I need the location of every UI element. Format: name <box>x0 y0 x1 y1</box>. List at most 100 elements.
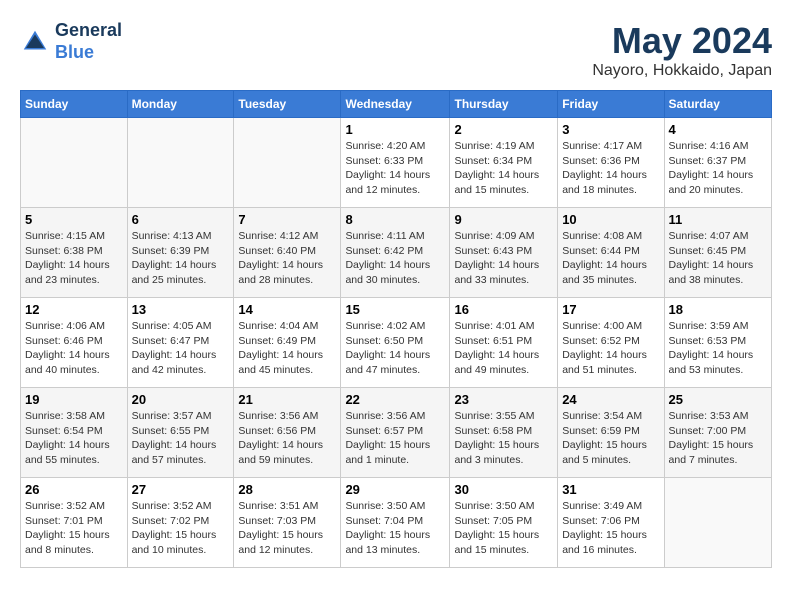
weekday-header-sunday: Sunday <box>21 91 128 118</box>
day-number: 25 <box>669 392 767 407</box>
calendar-cell: 29 Sunrise: 3:50 AM Sunset: 7:04 PM Dayli… <box>341 478 450 568</box>
day-info: Sunrise: 3:56 AM Sunset: 6:57 PM Dayligh… <box>345 409 445 468</box>
calendar-cell <box>234 118 341 208</box>
calendar-cell: 31 Sunrise: 3:49 AM Sunset: 7:06 PM Dayli… <box>558 478 664 568</box>
calendar-cell: 30 Sunrise: 3:50 AM Sunset: 7:05 PM Dayli… <box>450 478 558 568</box>
day-info: Sunrise: 3:53 AM Sunset: 7:00 PM Dayligh… <box>669 409 767 468</box>
day-info: Sunrise: 3:51 AM Sunset: 7:03 PM Dayligh… <box>238 499 336 558</box>
calendar-cell: 2 Sunrise: 4:19 AM Sunset: 6:34 PM Daylig… <box>450 118 558 208</box>
logo: General Blue <box>20 20 122 63</box>
day-number: 26 <box>25 482 123 497</box>
calendar-cell: 4Sunrise: 4:16 AM Sunset: 6:37 PM Daylig… <box>664 118 771 208</box>
calendar-cell: 18Sunrise: 3:59 AM Sunset: 6:53 PM Dayli… <box>664 298 771 388</box>
month-title: May 2024 <box>592 20 772 62</box>
week-row-2: 5Sunrise: 4:15 AM Sunset: 6:38 PM Daylig… <box>21 208 772 298</box>
day-number: 28 <box>238 482 336 497</box>
calendar-cell: 22 Sunrise: 3:56 AM Sunset: 6:57 PM Dayli… <box>341 388 450 478</box>
day-info: Sunrise: 4:09 AM Sunset: 6:43 PM Dayligh… <box>454 229 553 288</box>
day-number: 24 <box>562 392 659 407</box>
calendar-cell: 5Sunrise: 4:15 AM Sunset: 6:38 PM Daylig… <box>21 208 128 298</box>
page-header: General Blue May 2024 Nayoro, Hokkaido, … <box>20 20 772 80</box>
day-info: Sunrise: 4:08 AM Sunset: 6:44 PM Dayligh… <box>562 229 659 288</box>
day-number: 5 <box>25 212 123 227</box>
calendar-cell: 21 Sunrise: 3:56 AM Sunset: 6:56 PM Dayli… <box>234 388 341 478</box>
day-number: 2 <box>454 122 553 137</box>
calendar-cell: 6 Sunrise: 4:13 AM Sunset: 6:39 PM Daylig… <box>127 208 234 298</box>
calendar-cell: 14Sunrise: 4:04 AM Sunset: 6:49 PM Dayli… <box>234 298 341 388</box>
day-info: Sunrise: 4:02 AM Sunset: 6:50 PM Dayligh… <box>345 319 445 378</box>
day-info: Sunrise: 4:05 AM Sunset: 6:47 PM Dayligh… <box>132 319 230 378</box>
day-info: Sunrise: 4:11 AM Sunset: 6:42 PM Dayligh… <box>345 229 445 288</box>
day-number: 23 <box>454 392 553 407</box>
logo-line1: General <box>55 20 122 42</box>
day-number: 1 <box>345 122 445 137</box>
calendar-cell: 11 Sunrise: 4:07 AM Sunset: 6:45 PM Dayli… <box>664 208 771 298</box>
calendar-cell: 7Sunrise: 4:12 AM Sunset: 6:40 PM Daylig… <box>234 208 341 298</box>
weekday-header-monday: Monday <box>127 91 234 118</box>
calendar-cell: 19 Sunrise: 3:58 AM Sunset: 6:54 PM Dayli… <box>21 388 128 478</box>
day-number: 9 <box>454 212 553 227</box>
day-number: 20 <box>132 392 230 407</box>
day-info: Sunrise: 4:12 AM Sunset: 6:40 PM Dayligh… <box>238 229 336 288</box>
day-info: Sunrise: 4:16 AM Sunset: 6:37 PM Dayligh… <box>669 139 767 198</box>
day-info: Sunrise: 3:49 AM Sunset: 7:06 PM Dayligh… <box>562 499 659 558</box>
logo-line2: Blue <box>55 42 122 64</box>
day-number: 30 <box>454 482 553 497</box>
day-info: Sunrise: 4:07 AM Sunset: 6:45 PM Dayligh… <box>669 229 767 288</box>
weekday-header-wednesday: Wednesday <box>341 91 450 118</box>
week-row-1: 1 Sunrise: 4:20 AM Sunset: 6:33 PM Daylig… <box>21 118 772 208</box>
day-number: 22 <box>345 392 445 407</box>
calendar-cell: 3 Sunrise: 4:17 AM Sunset: 6:36 PM Daylig… <box>558 118 664 208</box>
day-info: Sunrise: 4:17 AM Sunset: 6:36 PM Dayligh… <box>562 139 659 198</box>
day-info: Sunrise: 3:50 AM Sunset: 7:05 PM Dayligh… <box>454 499 553 558</box>
day-number: 15 <box>345 302 445 317</box>
day-number: 3 <box>562 122 659 137</box>
day-number: 13 <box>132 302 230 317</box>
calendar-cell: 8Sunrise: 4:11 AM Sunset: 6:42 PM Daylig… <box>341 208 450 298</box>
calendar-table: SundayMondayTuesdayWednesdayThursdayFrid… <box>20 90 772 568</box>
week-row-3: 12Sunrise: 4:06 AM Sunset: 6:46 PM Dayli… <box>21 298 772 388</box>
weekday-row: SundayMondayTuesdayWednesdayThursdayFrid… <box>21 91 772 118</box>
day-number: 18 <box>669 302 767 317</box>
calendar-cell: 15 Sunrise: 4:02 AM Sunset: 6:50 PM Dayli… <box>341 298 450 388</box>
day-number: 31 <box>562 482 659 497</box>
calendar-cell <box>127 118 234 208</box>
day-info: Sunrise: 4:19 AM Sunset: 6:34 PM Dayligh… <box>454 139 553 198</box>
title-section: May 2024 Nayoro, Hokkaido, Japan <box>592 20 772 80</box>
day-number: 11 <box>669 212 767 227</box>
day-info: Sunrise: 3:56 AM Sunset: 6:56 PM Dayligh… <box>238 409 336 468</box>
day-number: 29 <box>345 482 445 497</box>
day-info: Sunrise: 3:50 AM Sunset: 7:04 PM Dayligh… <box>345 499 445 558</box>
weekday-header-tuesday: Tuesday <box>234 91 341 118</box>
day-info: Sunrise: 4:13 AM Sunset: 6:39 PM Dayligh… <box>132 229 230 288</box>
day-info: Sunrise: 4:20 AM Sunset: 6:33 PM Dayligh… <box>345 139 445 198</box>
day-number: 27 <box>132 482 230 497</box>
day-number: 6 <box>132 212 230 227</box>
day-info: Sunrise: 3:52 AM Sunset: 7:01 PM Dayligh… <box>25 499 123 558</box>
calendar-cell: 17Sunrise: 4:00 AM Sunset: 6:52 PM Dayli… <box>558 298 664 388</box>
day-info: Sunrise: 4:01 AM Sunset: 6:51 PM Dayligh… <box>454 319 553 378</box>
week-row-5: 26 Sunrise: 3:52 AM Sunset: 7:01 PM Dayli… <box>21 478 772 568</box>
weekday-header-saturday: Saturday <box>664 91 771 118</box>
day-number: 10 <box>562 212 659 227</box>
calendar-cell: 23 Sunrise: 3:55 AM Sunset: 6:58 PM Dayli… <box>450 388 558 478</box>
day-info: Sunrise: 3:52 AM Sunset: 7:02 PM Dayligh… <box>132 499 230 558</box>
calendar-cell: 13 Sunrise: 4:05 AM Sunset: 6:47 PM Dayli… <box>127 298 234 388</box>
calendar-cell: 28 Sunrise: 3:51 AM Sunset: 7:03 PM Dayli… <box>234 478 341 568</box>
calendar-cell: 24Sunrise: 3:54 AM Sunset: 6:59 PM Dayli… <box>558 388 664 478</box>
day-number: 14 <box>238 302 336 317</box>
weekday-header-thursday: Thursday <box>450 91 558 118</box>
day-number: 21 <box>238 392 336 407</box>
calendar-cell: 9 Sunrise: 4:09 AM Sunset: 6:43 PM Daylig… <box>450 208 558 298</box>
day-info: Sunrise: 3:55 AM Sunset: 6:58 PM Dayligh… <box>454 409 553 468</box>
week-row-4: 19 Sunrise: 3:58 AM Sunset: 6:54 PM Dayli… <box>21 388 772 478</box>
day-info: Sunrise: 3:57 AM Sunset: 6:55 PM Dayligh… <box>132 409 230 468</box>
day-number: 19 <box>25 392 123 407</box>
calendar-body: 1 Sunrise: 4:20 AM Sunset: 6:33 PM Daylig… <box>21 118 772 568</box>
weekday-header-friday: Friday <box>558 91 664 118</box>
day-info: Sunrise: 3:58 AM Sunset: 6:54 PM Dayligh… <box>25 409 123 468</box>
calendar-cell: 1 Sunrise: 4:20 AM Sunset: 6:33 PM Daylig… <box>341 118 450 208</box>
calendar-cell: 16Sunrise: 4:01 AM Sunset: 6:51 PM Dayli… <box>450 298 558 388</box>
calendar-cell: 20 Sunrise: 3:57 AM Sunset: 6:55 PM Dayli… <box>127 388 234 478</box>
calendar-cell <box>21 118 128 208</box>
